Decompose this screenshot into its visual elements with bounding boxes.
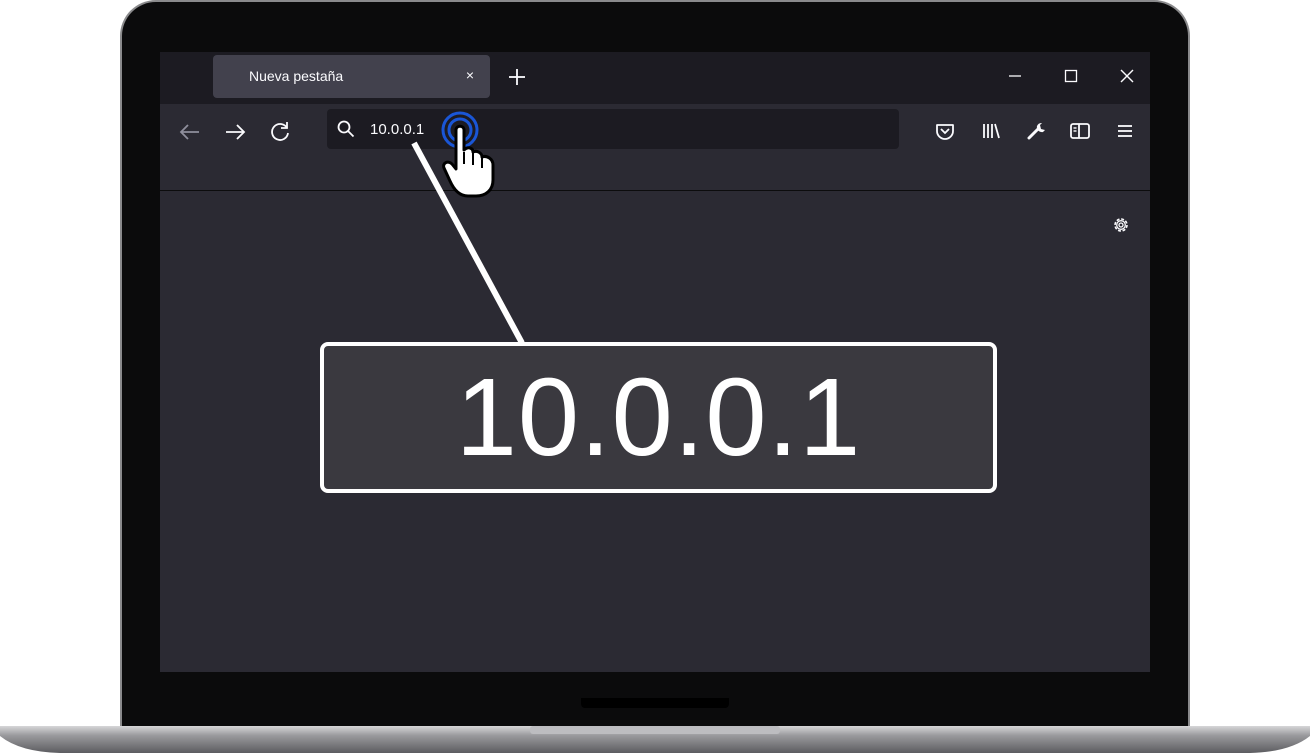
hand-pointer-icon bbox=[441, 111, 495, 198]
gear-icon[interactable] bbox=[1110, 214, 1132, 236]
wrench-icon[interactable] bbox=[1023, 118, 1049, 144]
navigation-toolbar: 10.0.0.1 bbox=[160, 104, 1150, 191]
search-icon bbox=[337, 120, 355, 138]
callout-box: 10.0.0.1 bbox=[320, 342, 997, 493]
webcam-notch bbox=[581, 698, 729, 708]
callout-ip-text: 10.0.0.1 bbox=[455, 356, 862, 479]
minimize-icon[interactable] bbox=[1003, 64, 1027, 88]
forward-arrow-icon[interactable] bbox=[221, 118, 249, 146]
menu-icon[interactable] bbox=[1112, 118, 1138, 144]
url-bar[interactable]: 10.0.0.1 bbox=[327, 109, 899, 149]
tab-close-icon[interactable]: × bbox=[463, 65, 477, 85]
sidebar-icon[interactable] bbox=[1067, 118, 1093, 144]
plus-icon[interactable] bbox=[505, 64, 529, 90]
tab-bar: Nueva pestaña × bbox=[160, 52, 1150, 104]
tab-active[interactable]: Nueva pestaña × bbox=[213, 55, 490, 98]
back-arrow-icon[interactable] bbox=[176, 118, 204, 146]
pocket-icon[interactable] bbox=[932, 118, 958, 144]
maximize-icon[interactable] bbox=[1059, 64, 1083, 88]
reload-icon[interactable] bbox=[266, 118, 294, 146]
library-icon[interactable] bbox=[978, 118, 1004, 144]
close-icon[interactable] bbox=[1115, 64, 1139, 88]
url-input[interactable]: 10.0.0.1 bbox=[370, 121, 424, 138]
laptop-base bbox=[0, 726, 1310, 753]
tab-title: Nueva pestaña bbox=[249, 68, 344, 84]
